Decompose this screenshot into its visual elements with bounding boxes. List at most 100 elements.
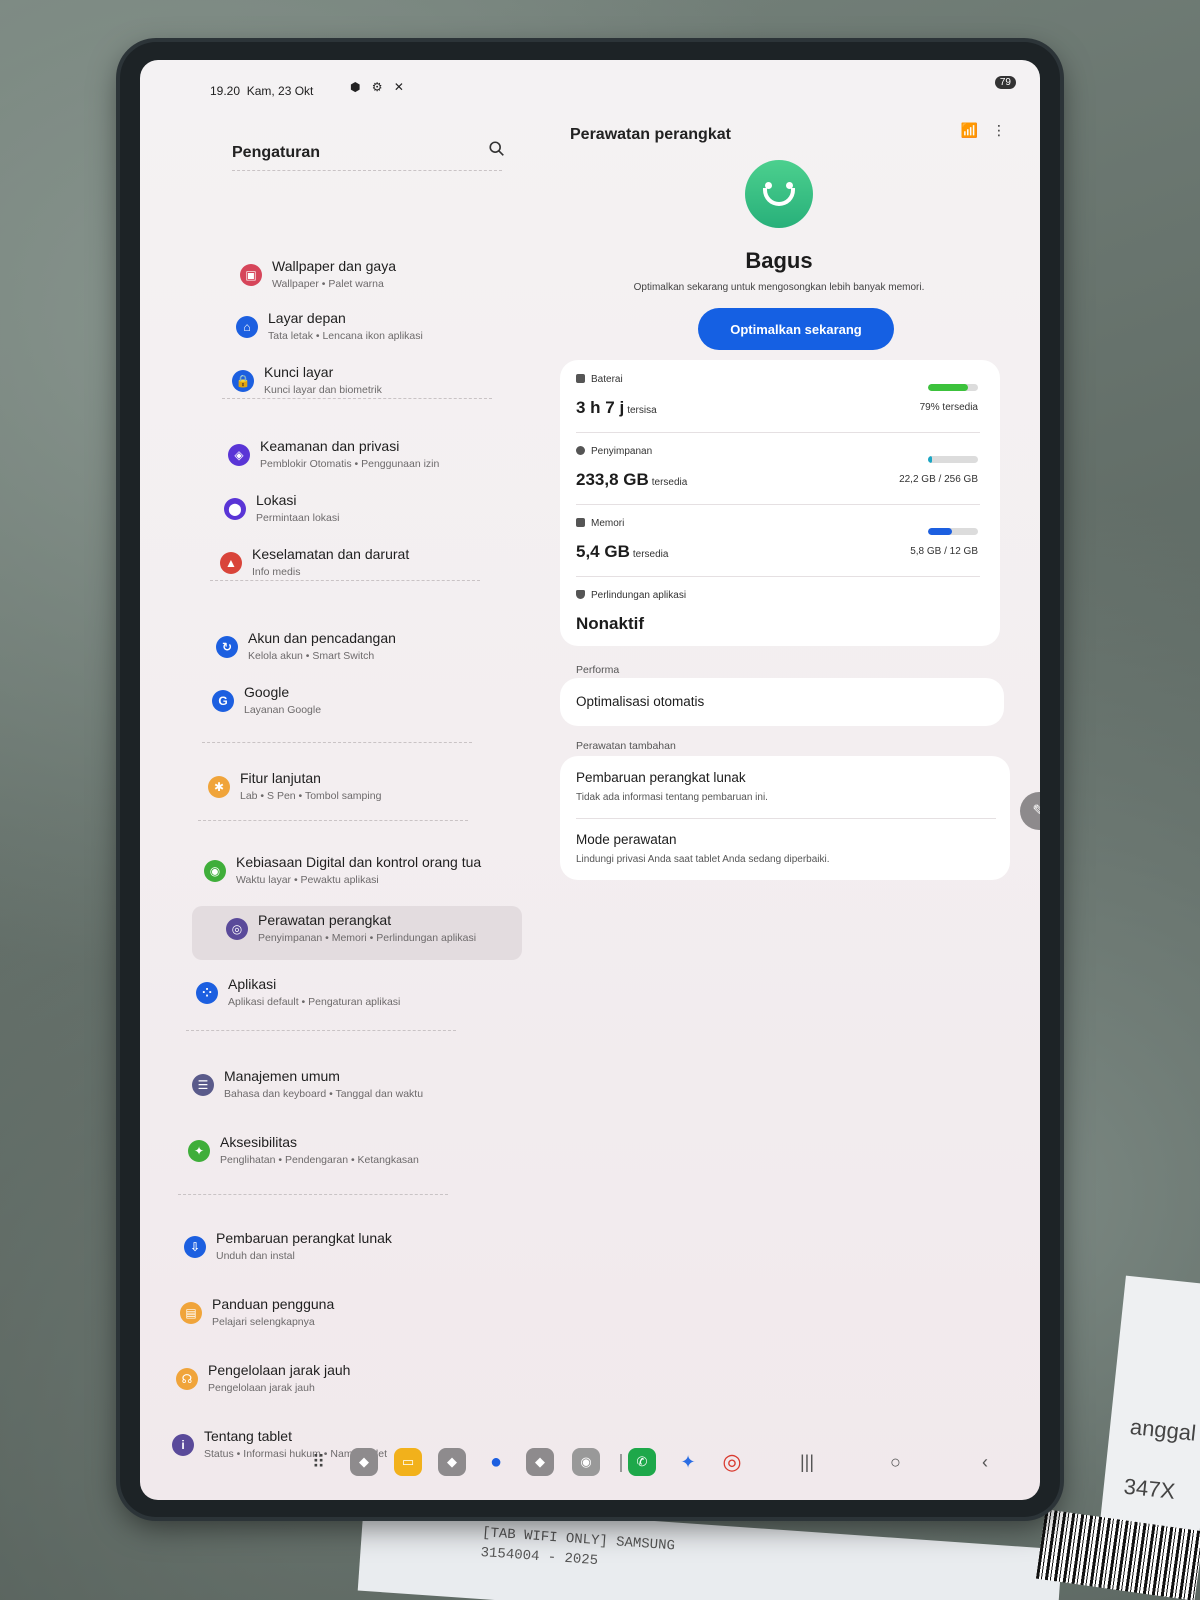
settings-item-subtitle: Penglihatan • Pendengaran • Ketangkasan [220, 1154, 419, 1166]
files-app-icon[interactable]: ▭ [394, 1448, 422, 1476]
optimize-now-button[interactable]: Optimalkan sekarang [698, 308, 894, 350]
settings-item-user-manual[interactable]: ▤ Panduan pengguna Pelajari selengkapnya [166, 1290, 476, 1344]
settings-panel: Pengaturan ▣ Wallpaper dan gaya Wallpaper … [140, 96, 540, 1460]
auto-optimize-label: Optimalisasi otomatis [576, 694, 705, 709]
manual-icon: ▤ [180, 1302, 202, 1324]
label-side-text-1: anggal [1128, 1413, 1198, 1446]
android-app-icon[interactable]: ◆ [350, 1448, 378, 1476]
settings-item-home-screen[interactable]: ⌂ Layar depan Tata letak • Lencana ikon ap… [222, 304, 532, 358]
storage-icon [576, 446, 585, 455]
settings-item-title: Pembaruan perangkat lunak [216, 1230, 392, 1246]
settings-item-subtitle: Lab • S Pen • Tombol samping [240, 790, 382, 802]
camera-app-icon[interactable]: ◉ [572, 1448, 600, 1476]
battery-icon [576, 374, 585, 383]
status-bar: 19.20 Kam, 23 Okt ⬢ ⚙ ✕ 79 [140, 60, 1040, 98]
settings-item-title: Kunci layar [264, 364, 334, 380]
performance-section-label: Performa [576, 664, 620, 676]
memory-bar [928, 528, 978, 535]
settings-item-subtitle: Waktu layar • Pewaktu aplikasi [236, 874, 379, 886]
back-nav-icon[interactable]: ‹ [982, 1452, 988, 1473]
settings-item-lock-screen[interactable]: 🔒 Kunci layar Kunci layar dan biometrik [218, 358, 528, 412]
status-card: Baterai 3 h 7 j tersisa 79% tersedia Peny… [560, 360, 1000, 646]
search-icon[interactable] [488, 140, 506, 158]
smiley-status-icon [745, 160, 813, 228]
settings-item-wallpaper[interactable]: ▣ Wallpaper dan gaya Wallpaper • Palet war… [226, 252, 536, 306]
storage-bar-fill [928, 456, 933, 463]
device-status-subtitle: Optimalkan sekarang untuk mengosongkan l… [633, 282, 925, 293]
settings-item-subtitle: Info medis [252, 566, 301, 578]
settings-item-subtitle: Wallpaper • Palet warna [272, 278, 384, 290]
memory-label: Memori [591, 518, 625, 529]
settings-item-accounts-backup[interactable]: ↻ Akun dan pencadangan Kelola akun • Smart… [202, 624, 512, 678]
settings-item-title: Panduan pengguna [212, 1296, 335, 1312]
divider [186, 1030, 456, 1031]
recents-nav-icon[interactable]: ||| [800, 1452, 814, 1473]
settings-item-title: Manajemen umum [224, 1068, 340, 1084]
settings-item-title: Pengelolaan jarak jauh [208, 1362, 351, 1378]
chrome-app-icon[interactable]: ◎ [718, 1448, 746, 1476]
app-protection-stat[interactable]: Perlindungan aplikasi Nonaktif [576, 578, 986, 648]
settings-item-title: Fitur lanjutan [240, 770, 321, 786]
status-notification-icons: ⬢ ⚙ ✕ [350, 80, 408, 94]
stats-icon[interactable]: 📶 [961, 122, 992, 138]
settings-item-device-care[interactable]: ◎ Perawatan perangkat Penyimpanan • Memori… [192, 906, 522, 960]
settings-item-subtitle: Pengelolaan jarak jauh [208, 1382, 315, 1394]
settings-item-title: Aksesibilitas [220, 1134, 298, 1150]
settings-item-subtitle: Penyimpanan • Memori • Perlindungan apli… [258, 932, 477, 944]
settings-item-apps[interactable]: ⁘ Aplikasi Aplikasi default • Pengaturan a… [182, 970, 492, 1024]
label-side-text-2: 347X [1122, 1473, 1177, 1504]
software-update-subtitle: Tidak ada informasi tentang pembaruan in… [576, 792, 768, 803]
home-nav-icon[interactable]: ○ [890, 1452, 901, 1473]
device-care-panel: Perawatan perangkat 📶⋮ Bagus Optimalkan … [560, 96, 1030, 1396]
storage-bar [928, 456, 978, 463]
phone-app-icon[interactable]: ✆ [628, 1448, 656, 1476]
app-drawer-icon[interactable]: ⠿ [312, 1452, 325, 1473]
settings-item-digital-wellbeing[interactable]: ◉ Kebiasaan Digital dan kontrol orang tua… [190, 848, 500, 902]
messages-app-icon[interactable]: ● [482, 1448, 510, 1476]
battery-indicator: 79 [994, 76, 1016, 89]
memory-value: 5,4 GB [576, 542, 630, 561]
gemini-app-icon[interactable]: ✦ [674, 1448, 702, 1476]
settings-item-advanced-features[interactable]: ✱ Fitur lanjutan Lab • S Pen • Tombol samp… [194, 764, 504, 818]
divider [178, 1194, 448, 1195]
shield-icon: ◈ [228, 444, 250, 466]
battery-bar-fill [928, 384, 968, 391]
settings-item-title: Perawatan perangkat [258, 912, 392, 928]
settings-title: Pengaturan [232, 144, 321, 161]
settings-item-remote-support[interactable]: ☊ Pengelolaan jarak jauh Pengelolaan jarak… [162, 1356, 472, 1410]
settings-item-title: Kebiasaan Digital dan kontrol orang tua [236, 854, 482, 870]
battery-value: 3 h 7 j [576, 398, 625, 417]
auto-optimize-card[interactable]: Optimalisasi otomatis [560, 678, 1004, 726]
divider [198, 820, 468, 821]
settings-item-security-privacy[interactable]: ◈ Keamanan dan privasi Pemblokir Otomatis … [214, 432, 524, 486]
sync-icon: ↻ [216, 636, 238, 658]
storage-stat[interactable]: Penyimpanan 233,8 GB tersedia 22,2 GB / 2… [576, 434, 986, 504]
settings-item-title: Keselamatan dan darurat [252, 546, 410, 562]
memory-unit: tersedia [632, 549, 669, 560]
device-care-icon: ◎ [226, 918, 248, 940]
settings-item-general-management[interactable]: ☰ Manajemen umum Bahasa dan keyboard • Tan… [178, 1062, 488, 1116]
android-app-icon[interactable]: ◆ [526, 1448, 554, 1476]
memory-stat[interactable]: Memori 5,4 GB tersedia 5,8 GB / 12 GB [576, 506, 986, 576]
software-update-title: Pembaruan perangkat lunak [576, 770, 746, 785]
battery-bar [928, 384, 978, 391]
battery-stat[interactable]: Baterai 3 h 7 j tersisa 79% tersedia [576, 362, 986, 432]
android-app-icon[interactable]: ◆ [438, 1448, 466, 1476]
memory-bar-fill [928, 528, 952, 535]
settings-item-safety-emergency[interactable]: ▲ Keselamatan dan darurat Info medis [206, 540, 516, 594]
settings-item-google[interactable]: G Google Layanan Google [198, 678, 508, 732]
headset-icon: ☊ [176, 1368, 198, 1390]
storage-unit: tersedia [651, 477, 688, 488]
maintenance-mode-subtitle: Lindungi privasi Anda saat tablet Anda s… [576, 854, 830, 865]
more-options-icon[interactable]: ⋮ [992, 122, 1020, 138]
app-protection-label: Perlindungan aplikasi [591, 590, 687, 601]
settings-item-title: Akun dan pencadangan [248, 630, 396, 646]
sliders-icon: ☰ [192, 1074, 214, 1096]
divider [232, 170, 502, 171]
settings-item-location[interactable]: ⬤ Lokasi Permintaan lokasi [210, 486, 520, 540]
settings-item-subtitle: Unduh dan instal [216, 1250, 295, 1262]
software-update-icon: ⇩ [184, 1236, 206, 1258]
settings-item-subtitle: Aplikasi default • Pengaturan aplikasi [228, 996, 401, 1008]
settings-item-software-update[interactable]: ⇩ Pembaruan perangkat lunak Unduh dan inst… [170, 1224, 480, 1278]
settings-item-accessibility[interactable]: ✦ Aksesibilitas Penglihatan • Pendengaran … [174, 1128, 484, 1182]
